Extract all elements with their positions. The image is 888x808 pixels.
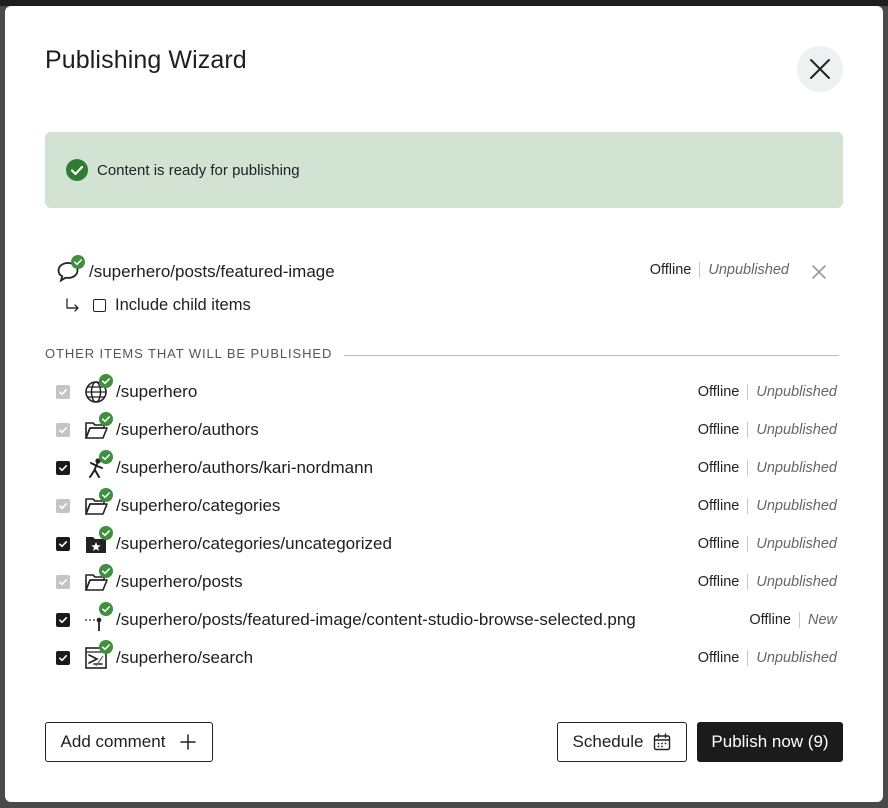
dependency-row: /superhero/search Offline Unpublished [45, 639, 843, 677]
dependency-checkbox [56, 575, 70, 589]
dependency-path[interactable]: /superhero/posts [116, 572, 243, 592]
dependency-row: /superhero/posts/featured-image/content-… [45, 601, 843, 639]
include-children-row: Include child items [65, 294, 251, 316]
globe-icon [84, 374, 113, 404]
dependencies-heading: OTHER ITEMS THAT WILL BE PUBLISHED [45, 346, 839, 361]
dependency-path[interactable]: /superhero/authors/kari-nordmann [116, 458, 373, 478]
dependencies-list: /superhero Offline Unpublished/superhero/a… [45, 373, 843, 677]
folder-icon [84, 564, 113, 594]
dependency-row: /superhero Offline Unpublished [45, 373, 843, 411]
publish-status: Unpublished [756, 650, 837, 666]
valid-badge-icon [99, 374, 113, 388]
publish-status: Unpublished [756, 574, 837, 590]
schedule-button[interactable]: Schedule [557, 722, 687, 762]
check-circle-icon [66, 159, 88, 181]
main-item-status: Offline Unpublished [650, 262, 789, 278]
dependency-row: /superhero/categories Offline Unpublished [45, 487, 843, 525]
dependency-checkbox[interactable] [56, 537, 70, 551]
publishing-wizard-dialog: Publishing Wizard Content is ready for p… [5, 6, 883, 802]
plus-icon [180, 734, 197, 750]
dependency-status: Offline Unpublished [698, 574, 837, 590]
ready-banner: Content is ready for publishing [45, 132, 843, 208]
schedule-label: Schedule [572, 732, 644, 751]
dependency-status: Offline Unpublished [698, 536, 837, 552]
valid-badge-icon [71, 255, 85, 269]
main-item-row: /superhero/posts/featured-image Offline … [45, 255, 843, 288]
star-folder-icon [84, 526, 113, 556]
valid-badge-icon [99, 412, 113, 426]
dependency-row: /superhero/posts Offline Unpublished [45, 563, 843, 601]
remove-item-button[interactable] [809, 262, 829, 282]
valid-badge-icon [99, 450, 113, 464]
person-icon [84, 450, 113, 480]
search-page-icon [84, 640, 113, 670]
child-arrow-icon [66, 298, 79, 312]
online-status: Offline [698, 460, 749, 476]
dependency-path[interactable]: /superhero/categories [116, 496, 280, 516]
online-status: Offline [698, 498, 749, 514]
dependency-row: /superhero/authors Offline Unpublished [45, 411, 843, 449]
include-children-checkbox[interactable] [93, 298, 106, 312]
include-children-label[interactable]: Include child items [115, 296, 251, 315]
add-comment-button[interactable]: Add comment [45, 722, 213, 762]
dependency-status: Offline New [749, 612, 837, 628]
publish-status: Unpublished [756, 422, 837, 438]
publish-status: Unpublished [756, 498, 837, 514]
online-status: Offline [698, 574, 749, 590]
dependency-checkbox[interactable] [56, 461, 70, 475]
comment-icon [55, 255, 85, 286]
dependency-status: Offline Unpublished [698, 384, 837, 400]
valid-badge-icon [99, 602, 113, 616]
dependency-status: Offline Unpublished [698, 498, 837, 514]
dependency-status: Offline Unpublished [698, 650, 837, 666]
calendar-icon [654, 733, 671, 751]
online-status: Offline [698, 536, 749, 552]
online-status: Offline [698, 422, 749, 438]
dependency-path[interactable]: /superhero/categories/uncategorized [116, 534, 392, 554]
online-status: Offline [698, 650, 749, 666]
close-icon [810, 59, 830, 79]
image-icon [84, 602, 113, 632]
divider [344, 355, 839, 356]
dependency-checkbox [56, 385, 70, 399]
valid-badge-icon [99, 526, 113, 540]
publish-status: Unpublished [756, 384, 837, 400]
valid-badge-icon [99, 488, 113, 502]
valid-badge-icon [99, 564, 113, 578]
dependency-path[interactable]: /superhero/authors [116, 420, 259, 440]
publish-status: New [807, 612, 837, 628]
main-item-path[interactable]: /superhero/posts/featured-image [89, 262, 335, 282]
add-comment-label: Add comment [60, 732, 166, 751]
dependency-checkbox[interactable] [56, 613, 70, 627]
online-status: Offline [698, 384, 749, 400]
folder-icon [84, 412, 113, 442]
dependency-path[interactable]: /superhero/posts/featured-image/content-… [116, 610, 636, 630]
dependency-checkbox[interactable] [56, 651, 70, 665]
banner-message: Content is ready for publishing [97, 161, 300, 179]
online-status: Offline [650, 262, 701, 278]
dependency-status: Offline Unpublished [698, 422, 837, 438]
dependency-path[interactable]: /superhero [116, 382, 197, 402]
publish-now-button[interactable]: Publish now (9) [697, 722, 843, 762]
dependency-checkbox [56, 499, 70, 513]
dialog-title: Publishing Wizard [45, 46, 247, 74]
publish-status: Unpublished [756, 536, 837, 552]
dialog-footer: Add comment Schedule Publish now (9) [45, 722, 843, 762]
publish-status: Unpublished [756, 460, 837, 476]
dependency-path[interactable]: /superhero/search [116, 648, 253, 668]
dependency-status: Offline Unpublished [698, 460, 837, 476]
dependency-row: /superhero/categories/uncategorized Offli… [45, 525, 843, 563]
dependency-checkbox [56, 423, 70, 437]
publish-now-label: Publish now (9) [711, 732, 829, 751]
dependency-row: /superhero/authors/kari-nordmann Offline U… [45, 449, 843, 487]
online-status: Offline [749, 612, 800, 628]
close-button[interactable] [797, 46, 843, 92]
folder-icon [84, 488, 113, 518]
dependencies-heading-text: OTHER ITEMS THAT WILL BE PUBLISHED [45, 346, 333, 361]
valid-badge-icon [99, 640, 113, 654]
publish-status: Unpublished [708, 262, 789, 278]
